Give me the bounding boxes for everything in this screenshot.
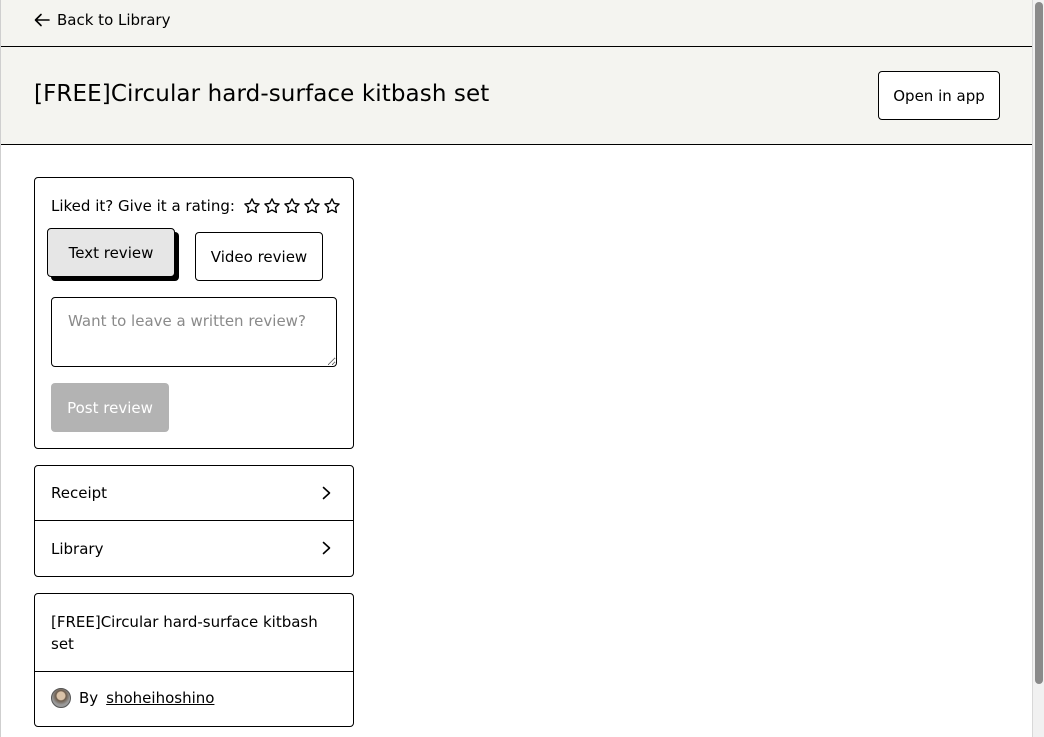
avatar (51, 688, 71, 708)
author-link[interactable]: shoheihoshino (106, 689, 214, 707)
chevron-right-icon (322, 486, 331, 500)
links-card: Receipt Library (34, 465, 354, 577)
star-icon[interactable] (283, 197, 301, 215)
video-review-tab-label: Video review (210, 247, 308, 266)
rating-prompt: Liked it? Give it a rating: (51, 197, 235, 215)
receipt-link-label: Receipt (51, 484, 108, 502)
scrollbar-thumb[interactable] (1035, 2, 1043, 684)
chevron-right-icon (322, 541, 331, 555)
page-title: [FREE]Circular hard-surface kitbash set (34, 81, 490, 107)
library-link[interactable]: Library (35, 521, 353, 576)
star-icon[interactable] (263, 197, 281, 215)
review-card: Liked it? Give it a rating: Text review … (34, 177, 354, 449)
text-review-tab-label: Text review (68, 243, 154, 262)
back-link-label: Back to Library (57, 11, 171, 29)
product-name: [FREE]Circular hard-surface kitbash set (51, 613, 318, 653)
back-to-library-link[interactable]: Back to Library (34, 11, 170, 29)
page: Back to Library [FREE]Circular hard-surf… (0, 0, 1032, 737)
receipt-link[interactable]: Receipt (35, 466, 353, 521)
star-icon[interactable] (323, 197, 341, 215)
arrow-left-icon (34, 13, 50, 27)
vertical-scrollbar[interactable] (1032, 0, 1044, 737)
author-row: By shoheihoshino (51, 688, 214, 708)
text-review-tab[interactable]: Text review (47, 228, 175, 277)
review-textarea[interactable] (51, 297, 337, 367)
rating-row: Liked it? Give it a rating: (51, 197, 341, 215)
star-icon[interactable] (243, 197, 261, 215)
library-link-label: Library (51, 539, 104, 558)
star-rating (243, 197, 341, 215)
divider (35, 671, 353, 672)
video-review-tab[interactable]: Video review (195, 232, 323, 281)
top-bar: Back to Library (1, 0, 1032, 47)
post-review-button[interactable]: Post review (51, 383, 169, 432)
product-info-card: [FREE]Circular hard-surface kitbash set … (34, 593, 354, 727)
product-header: [FREE]Circular hard-surface kitbash set … (1, 47, 1032, 145)
open-in-app-button[interactable]: Open in app (878, 71, 1000, 120)
star-icon[interactable] (303, 197, 321, 215)
by-label: By (79, 689, 99, 707)
